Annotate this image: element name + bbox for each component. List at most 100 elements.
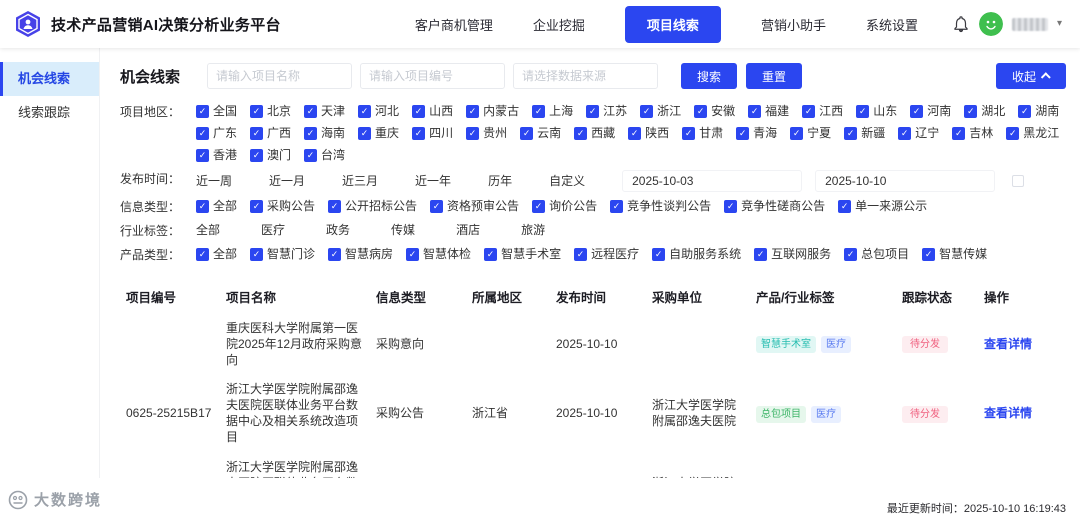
top-nav-item[interactable]: 项目线索 [624,5,721,43]
filter-checkbox-option[interactable]: ✓ 吉林 [952,125,993,142]
filter-checkbox-option[interactable]: ✓ 内蒙古 [466,103,519,120]
filter-option-label: 香港 [213,148,238,162]
filters: 项目地区： ✓ 全国 ✓ 北京 ✓ 天津 ✓ 河北 ✓ 山西 ✓ 内蒙古 ✓ 上海 ✓ 江苏 ✓ 浙江 ✓ 安徽 ✓ 福建 ✓… [120,103,1066,264]
filter-checkbox-option[interactable]: ✓ 湖南 [1018,103,1059,120]
avatar[interactable] [978,12,1003,36]
filter-option[interactable]: 近三月 [342,173,378,190]
filter-option[interactable]: 近一周 [196,173,232,190]
filter-checkbox-option[interactable]: ✓ 贵州 [466,125,507,142]
filter-checkbox-option[interactable]: ✓ 北京 [250,103,291,120]
filter-checkbox-option[interactable]: ✓ 山东 [856,103,897,120]
filter-option-label: 资格预审公告 [447,199,520,213]
filter-checkbox-option[interactable]: ✓ 青海 [736,125,777,142]
filter-checkbox-option[interactable]: ✓ 公开招标公告 [328,198,417,215]
filter-checkbox-option[interactable]: ✓ 江苏 [586,103,627,120]
filter-checkbox-option[interactable]: ✓ 竞争性磋商公告 [724,198,825,215]
filter-checkbox-option[interactable]: ✓ 智慧手术室 [484,246,561,263]
filter-option[interactable]: 近一年 [415,173,451,190]
filter-checkbox-option[interactable]: ✓ 互联网服务 [754,246,831,263]
filter-checkbox-option[interactable]: ✓ 自助服务系统 [652,246,741,263]
filter-checkbox-option[interactable]: ✓ 天津 [304,103,345,120]
top-nav-item[interactable]: 客户商机管理 [415,15,493,34]
status-badge: 待分发 [902,405,948,423]
checkbox-checked-icon: ✓ [412,127,426,140]
filter-checkbox-option[interactable]: ✓ 单一来源公示 [838,198,927,215]
filter-checkbox-option[interactable]: ✓ 上海 [532,103,573,120]
filter-checkbox-option[interactable]: ✓ 宁夏 [790,125,831,142]
filter-checkbox-option[interactable]: ✓ 新疆 [844,125,885,142]
chevron-up-icon [1040,71,1051,82]
top-nav-item[interactable]: 营销小助手 [761,15,826,34]
reset-button[interactable]: 重置 [746,63,803,89]
filter-checkbox-option[interactable]: ✓ 采购公告 [250,198,315,215]
filter-checkbox-option[interactable]: ✓ 香港 [196,147,237,164]
filter-row: 项目地区： ✓ 全国 ✓ 北京 ✓ 天津 ✓ 河北 ✓ 山西 ✓ 内蒙古 ✓ 上海 ✓ 江苏 ✓ 浙江 ✓ 安徽 ✓ 福建 ✓… [120,103,1066,164]
view-detail-link[interactable]: 查看详情 [984,337,1032,351]
filter-checkbox-option[interactable]: ✓ 辽宁 [898,125,939,142]
filter-option-label: 询价公告 [549,199,598,213]
search-button[interactable]: 搜索 [681,63,738,89]
filter-checkbox-option[interactable]: ✓ 总包项目 [844,246,909,263]
top-nav-item[interactable]: 企业挖掘 [533,15,585,34]
filter-checkbox-option[interactable]: ✓ 河南 [910,103,951,120]
update-time: 最近更新时间：2025-10-10 16:19:43 [886,503,1066,515]
filter-checkbox-option[interactable]: ✓ 陕西 [628,125,669,142]
filter-checkbox-option[interactable]: ✓ 全国 [196,103,237,120]
filter-checkbox-option[interactable]: ✓ 竞争性谈判公告 [610,198,711,215]
filter-row: 信息类型： ✓ 全部 ✓ 采购公告 ✓ 公开招标公告 ✓ 资格预审公告 ✓ 询价公告 ✓ 竞争性谈判公告… [120,198,1066,216]
filter-checkbox-option[interactable]: ✓ 山西 [412,103,453,120]
search-input[interactable] [513,63,659,89]
filter-checkbox-option[interactable]: ✓ 甘肃 [682,125,723,142]
filter-checkbox-option[interactable]: ✓ 智慧门诊 [250,246,315,263]
filter-option[interactable]: 政务 [326,222,350,239]
sidebar-item[interactable]: 线索跟踪 [0,96,99,130]
main-content: 机会线索 搜索 重置 收起 项目地区：✓全国✓北京✓天津✓河北✓山西✓内蒙古✓上… [100,48,1080,524]
filter-checkbox-option[interactable]: ✓ 询价公告 [532,198,597,215]
filter-checkbox-option[interactable]: ✓ 全部 [196,246,237,263]
filter-checkbox-option[interactable]: ✓ 澳门 [250,147,291,164]
filter-option[interactable]: 历年 [488,173,512,190]
filter-checkbox-option[interactable]: ✓ 广东 [196,125,237,142]
filter-option[interactable]: 旅游 [521,222,545,239]
filter-checkbox-option[interactable]: ✓ 远程医疗 [574,246,639,263]
filter-checkbox-option[interactable]: ✓ 智慧病房 [328,246,393,263]
filter-option[interactable]: 传媒 [391,222,415,239]
filter-checkbox-option[interactable]: ✓ 河北 [358,103,399,120]
filter-checkbox-option[interactable]: ✓ 浙江 [640,103,681,120]
checkbox-checked-icon: ✓ [952,127,966,140]
filter-option[interactable]: 自定义 [549,173,585,190]
filter-option[interactable]: 酒店 [456,222,480,239]
search-input[interactable] [360,63,506,89]
filter-checkbox-option[interactable]: ✓ 重庆 [358,125,399,142]
date-to-field[interactable]: 2025-10-10 [815,170,996,192]
filter-checkbox-option[interactable]: ✓ 海南 [304,125,345,142]
filter-checkbox-option[interactable]: ✓ 台湾 [304,147,345,164]
filter-checkbox-option[interactable]: ✓ 四川 [412,125,453,142]
filter-checkbox-option[interactable]: ✓ 智慧传媒 [922,246,987,263]
filter-checkbox-option[interactable]: ✓ 黑龙江 [1006,125,1059,142]
top-nav-item[interactable]: 系统设置 [866,15,918,34]
notification-bell-icon[interactable] [952,15,970,33]
filter-checkbox-option[interactable]: ✓ 西藏 [574,125,615,142]
filter-checkbox-option[interactable]: ✓ 广西 [250,125,291,142]
filter-checkbox-option[interactable]: ✓ 湖北 [964,103,1005,120]
sidebar-item[interactable]: 机会线索 [0,62,99,96]
checkbox-checked-icon: ✓ [466,127,480,140]
search-input[interactable] [207,63,353,89]
filter-checkbox-option[interactable]: ✓ 福建 [748,103,789,120]
filter-option[interactable]: 全部 [196,222,220,239]
filter-checkbox-option[interactable]: ✓ 江西 [802,103,843,120]
filter-option-label: 远程医疗 [591,247,640,261]
filter-checkbox-option[interactable]: ✓ 云南 [520,125,561,142]
collapse-button[interactable]: 收起 [995,63,1066,89]
filter-option[interactable]: 医疗 [261,222,285,239]
filter-option[interactable]: 近一月 [269,173,305,190]
view-detail-link[interactable]: 查看详情 [984,406,1032,420]
date-from-field[interactable]: 2025-10-03 [622,170,803,192]
chevron-down-icon[interactable]: ▾ [1057,19,1062,29]
filter-checkbox-option[interactable]: ✓ 资格预审公告 [430,198,519,215]
filter-checkbox-option[interactable]: ✓ 智慧体检 [406,246,471,263]
table-column-header: 所属地区 [472,291,523,305]
filter-checkbox-option[interactable]: ✓ 全部 [196,198,237,215]
filter-checkbox-option[interactable]: ✓ 安徽 [694,103,735,120]
